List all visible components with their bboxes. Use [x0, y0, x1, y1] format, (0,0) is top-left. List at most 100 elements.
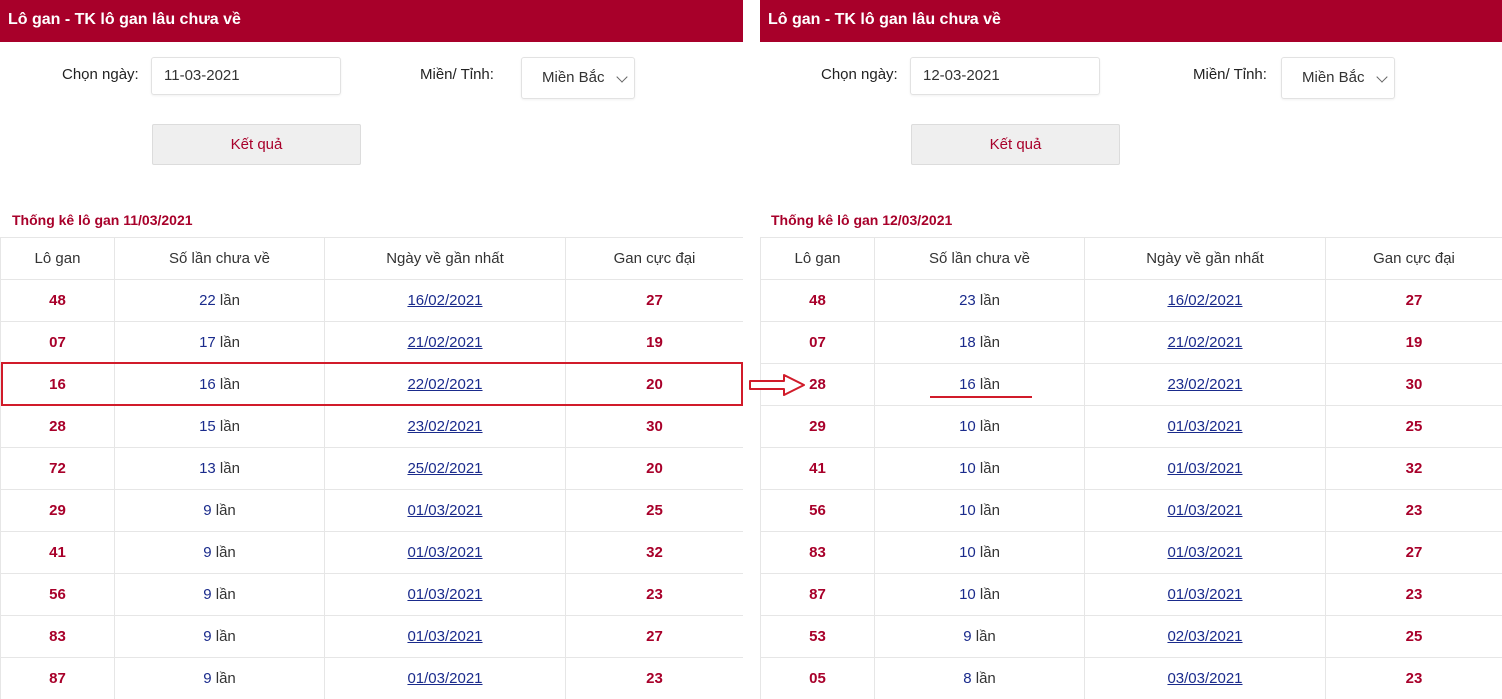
last-date-link[interactable]: 23/02/2021	[407, 418, 482, 435]
miss-count-value: 10	[959, 502, 976, 519]
last-date-link[interactable]: 01/03/2021	[1167, 502, 1242, 519]
last-date-link[interactable]: 01/03/2021	[1167, 460, 1242, 477]
miss-count-value: 22	[199, 292, 216, 309]
lo-number: 29	[760, 405, 875, 448]
date-input[interactable]: 11-03-2021	[151, 57, 341, 95]
miss-count-value: 9	[203, 544, 212, 561]
last-date-link[interactable]: 22/02/2021	[407, 376, 482, 393]
lo-number: 83	[0, 615, 115, 658]
last-date: 01/03/2021	[324, 615, 566, 658]
last-date-link[interactable]: 21/02/2021	[407, 334, 482, 351]
last-date-link[interactable]: 01/03/2021	[1167, 544, 1242, 561]
miss-count-unit: lần	[215, 292, 240, 309]
lo-number: 48	[0, 279, 115, 322]
miss-count-unit: lần	[215, 334, 240, 351]
miss-count: 16 lần	[874, 363, 1085, 406]
miss-count-value: 9	[203, 670, 212, 687]
miss-count: 22 lần	[114, 279, 325, 322]
last-date-link[interactable]: 01/03/2021	[1167, 418, 1242, 435]
last-date-link[interactable]: 02/03/2021	[1167, 628, 1242, 645]
last-date: 16/02/2021	[324, 279, 566, 322]
table-row: 29 9 lần 01/03/2021 25	[0, 489, 743, 532]
last-date: 01/03/2021	[324, 657, 566, 699]
last-date: 01/03/2021	[1084, 405, 1326, 448]
miss-count-value: 15	[199, 418, 216, 435]
table-row: 72 13 lần 25/02/2021 20	[0, 447, 743, 490]
miss-count-unit: lần	[975, 418, 1000, 435]
max-gan: 23	[1325, 573, 1502, 616]
chevron-down-icon	[1376, 71, 1388, 83]
miss-count: 9 lần	[114, 573, 325, 616]
miss-count-unit: lần	[211, 502, 236, 519]
lo-number: 07	[0, 321, 115, 364]
max-gan: 30	[565, 405, 743, 448]
last-date-link[interactable]: 01/03/2021	[407, 502, 482, 519]
last-date: 01/03/2021	[324, 489, 566, 532]
max-gan: 23	[565, 573, 743, 616]
result-button[interactable]: Kết quả	[911, 124, 1120, 165]
miss-count: 9 lần	[114, 657, 325, 699]
last-date-link[interactable]: 23/02/2021	[1167, 376, 1242, 393]
max-gan: 20	[565, 447, 743, 490]
last-date: 01/03/2021	[324, 573, 566, 616]
last-date-link[interactable]: 21/02/2021	[1167, 334, 1242, 351]
last-date: 02/03/2021	[1084, 615, 1326, 658]
miss-count: 9 lần	[114, 489, 325, 532]
lo-number: 16	[0, 363, 115, 406]
miss-count-unit: lần	[211, 670, 236, 687]
last-date-link[interactable]: 01/03/2021	[407, 544, 482, 561]
miss-count-value: 23	[959, 292, 976, 309]
max-gan: 25	[1325, 615, 1502, 658]
miss-count: 10 lần	[874, 531, 1085, 574]
last-date-link[interactable]: 25/02/2021	[407, 460, 482, 477]
region-select[interactable]: Miền Bắc	[1281, 57, 1395, 99]
last-date-link[interactable]: 03/03/2021	[1167, 670, 1242, 687]
last-date-link[interactable]: 01/03/2021	[1167, 586, 1242, 603]
lo-number: 41	[0, 531, 115, 574]
miss-count-unit: lần	[215, 376, 240, 393]
miss-count-unit: lần	[975, 544, 1000, 561]
last-date-link[interactable]: 16/02/2021	[407, 292, 482, 309]
last-date-link[interactable]: 01/03/2021	[407, 670, 482, 687]
table-row: 53 9 lần 02/03/2021 25	[760, 615, 1502, 658]
table-row: 56 9 lần 01/03/2021 23	[0, 573, 743, 616]
panel-header: Lô gan - TK lô gan lâu chưa về	[760, 0, 1502, 42]
right-arrow-icon	[749, 374, 805, 396]
table-row: 48 22 lần 16/02/2021 27	[0, 279, 743, 322]
lo-number: 29	[0, 489, 115, 532]
table-row: 29 10 lần 01/03/2021 25	[760, 405, 1502, 448]
last-date-link[interactable]: 16/02/2021	[1167, 292, 1242, 309]
table-row: 83 10 lần 01/03/2021 27	[760, 531, 1502, 574]
miss-count-value: 10	[959, 460, 976, 477]
table-row: 05 8 lần 03/03/2021 23	[760, 657, 1502, 699]
max-gan: 27	[1325, 531, 1502, 574]
max-gan: 25	[1325, 405, 1502, 448]
last-date-link[interactable]: 01/03/2021	[407, 628, 482, 645]
column-header: Lô gan	[760, 237, 875, 280]
date-label: Chọn ngày:	[821, 66, 898, 83]
left-panel: Lô gan - TK lô gan lâu chưa về Chọn ngày…	[0, 0, 743, 699]
lo-number: 05	[760, 657, 875, 699]
date-input[interactable]: 12-03-2021	[910, 57, 1100, 95]
region-select[interactable]: Miền Bắc	[521, 57, 635, 99]
miss-count: 10 lần	[874, 573, 1085, 616]
table-row: 07 17 lần 21/02/2021 19	[0, 321, 743, 364]
stats-table: Lô gan Số lần chưa về Ngày về gần nhất G…	[760, 237, 1502, 699]
miss-count: 23 lần	[874, 279, 1085, 322]
miss-count-unit: lần	[971, 670, 996, 687]
table-row: 41 10 lần 01/03/2021 32	[760, 447, 1502, 490]
column-header: Số lần chưa về	[874, 237, 1085, 280]
column-header: Số lần chưa về	[114, 237, 325, 280]
table-row: 28 15 lần 23/02/2021 30	[0, 405, 743, 448]
last-date: 22/02/2021	[324, 363, 566, 406]
result-button[interactable]: Kết quả	[152, 124, 361, 165]
chevron-down-icon	[616, 71, 628, 83]
miss-count-value: 18	[959, 334, 976, 351]
table-row: 48 23 lần 16/02/2021 27	[760, 279, 1502, 322]
column-header: Ngày về gần nhất	[324, 237, 566, 280]
lo-number: 56	[0, 573, 115, 616]
max-gan: 30	[1325, 363, 1502, 406]
lo-number: 28	[0, 405, 115, 448]
last-date-link[interactable]: 01/03/2021	[407, 586, 482, 603]
region-label: Miền/ Tỉnh:	[420, 66, 494, 83]
